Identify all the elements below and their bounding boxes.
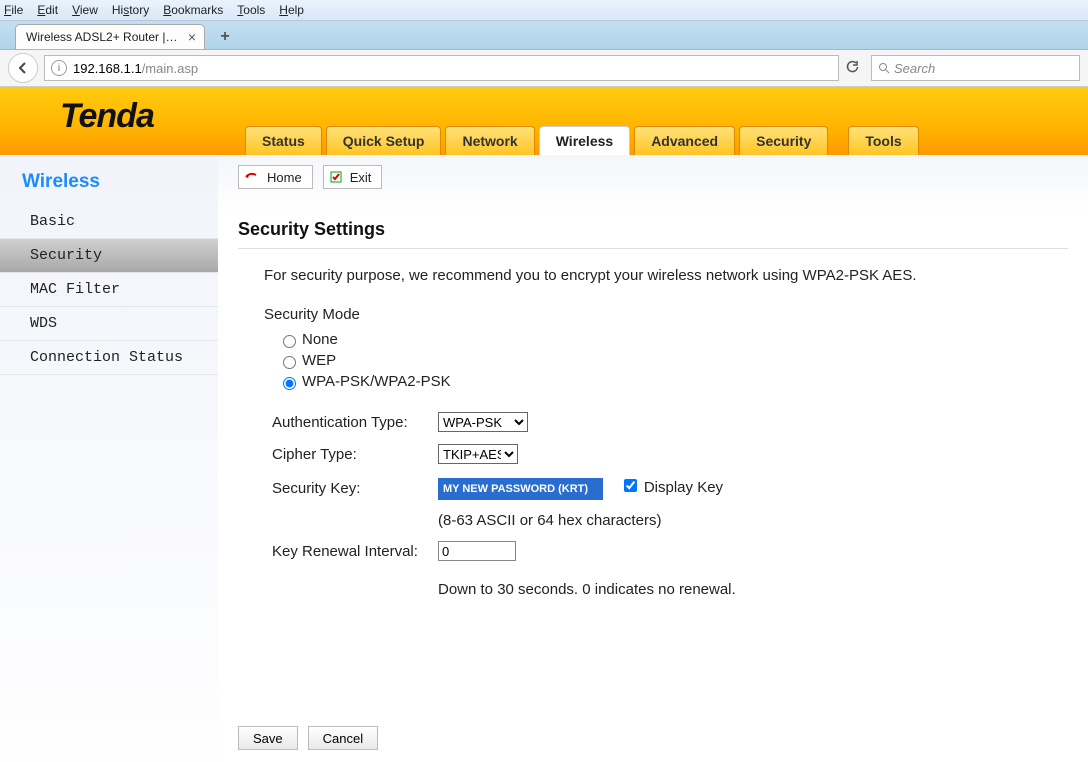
radio-none-row[interactable]: None [278, 331, 1068, 348]
search-placeholder: Search [894, 61, 935, 76]
menu-help[interactable]: Help [279, 3, 304, 17]
menu-file[interactable]: File [4, 3, 23, 17]
brand-logo: Tenda [60, 97, 154, 136]
radio-wep[interactable] [283, 356, 296, 369]
divider [238, 248, 1068, 249]
content-pane: Home Exit Security Settings For security… [218, 155, 1088, 762]
security-form: Security Mode None WEP WPA-PSK/WPA2-PSK … [264, 306, 1068, 604]
sidebar-item-basic[interactable]: Basic [0, 205, 218, 239]
key-renewal-hint: Down to 30 seconds. 0 indicates no renew… [430, 567, 744, 604]
security-key-label: Security Key: [264, 470, 430, 506]
save-button[interactable]: Save [238, 726, 298, 750]
browser-navbar: i 192.168.1.1/main.asp Search [0, 50, 1088, 87]
sidebar-title: Wireless [22, 171, 218, 193]
reload-button[interactable] [845, 60, 861, 77]
key-renewal-label: Key Renewal Interval: [264, 535, 430, 567]
display-key-label: Display Key [644, 479, 723, 496]
browser-menubar: File Edit View History Bookmarks Tools H… [0, 0, 1088, 21]
security-key-input[interactable] [438, 478, 603, 500]
reload-icon [845, 60, 859, 74]
new-tab-button[interactable]: + [213, 27, 237, 47]
radio-wpa-row[interactable]: WPA-PSK/WPA2-PSK [278, 373, 1068, 390]
back-button[interactable] [8, 53, 38, 83]
home-icon [245, 171, 259, 183]
tab-security[interactable]: Security [739, 126, 828, 155]
tab-wireless[interactable]: Wireless [539, 126, 630, 155]
display-key-checkbox[interactable] [624, 479, 637, 492]
tab-advanced[interactable]: Advanced [634, 126, 735, 155]
cancel-button[interactable]: Cancel [308, 726, 378, 750]
tab-tools[interactable]: Tools [848, 126, 918, 155]
section-title: Security Settings [238, 219, 1068, 240]
tab-status[interactable]: Status [245, 126, 322, 155]
content-toolbar: Home Exit [238, 165, 1068, 189]
section-intro: For security purpose, we recommend you t… [264, 267, 1068, 284]
menu-tools[interactable]: Tools [237, 3, 265, 17]
url-host: 192.168.1.1 [73, 61, 142, 76]
key-renewal-input[interactable] [438, 541, 516, 561]
browser-tab[interactable]: Wireless ADSL2+ Router | Main × [15, 24, 205, 49]
sidebar-item-mac-filter[interactable]: MAC Filter [0, 273, 218, 307]
security-mode-label: Security Mode [264, 306, 1068, 323]
form-buttons: Save Cancel [238, 726, 378, 750]
router-header: Tenda Status Quick Setup Network Wireles… [0, 87, 1088, 155]
router-page: Tenda Status Quick Setup Network Wireles… [0, 87, 1088, 762]
sidebar: Wireless Basic Security MAC Filter WDS C… [0, 155, 218, 762]
browser-tabbar: Wireless ADSL2+ Router | Main × + [0, 21, 1088, 50]
url-path: /main.asp [142, 61, 198, 76]
auth-type-select[interactable]: WPA-PSK [438, 412, 528, 432]
radio-wpa[interactable] [283, 377, 296, 390]
radio-wep-row[interactable]: WEP [278, 352, 1068, 369]
menu-view[interactable]: View [72, 3, 98, 17]
auth-type-label: Authentication Type: [264, 406, 430, 438]
tab-network[interactable]: Network [445, 126, 534, 155]
exit-icon [330, 171, 342, 183]
back-arrow-icon [16, 61, 30, 75]
cipher-type-label: Cipher Type: [264, 438, 430, 470]
browser-tab-title: Wireless ADSL2+ Router | Main [26, 30, 180, 44]
cipher-type-select[interactable]: TKIP+AES [438, 444, 518, 464]
sidebar-item-security[interactable]: Security [0, 239, 218, 273]
url-bar[interactable]: i 192.168.1.1/main.asp [44, 55, 839, 81]
close-tab-icon[interactable]: × [188, 30, 196, 44]
tab-quick-setup[interactable]: Quick Setup [326, 126, 442, 155]
exit-button[interactable]: Exit [323, 165, 383, 189]
menu-edit[interactable]: Edit [37, 3, 58, 17]
site-info-icon[interactable]: i [51, 60, 67, 76]
search-icon [878, 62, 890, 74]
browser-search[interactable]: Search [871, 55, 1080, 81]
menu-history[interactable]: History [112, 3, 149, 17]
menu-bookmarks[interactable]: Bookmarks [163, 3, 223, 17]
security-key-hint: (8-63 ASCII or 64 hex characters) [430, 506, 744, 535]
radio-none[interactable] [283, 335, 296, 348]
main-nav: Status Quick Setup Network Wireless Adva… [245, 126, 919, 155]
home-button[interactable]: Home [238, 165, 313, 189]
sidebar-item-wds[interactable]: WDS [0, 307, 218, 341]
sidebar-item-connection-status[interactable]: Connection Status [0, 341, 218, 375]
